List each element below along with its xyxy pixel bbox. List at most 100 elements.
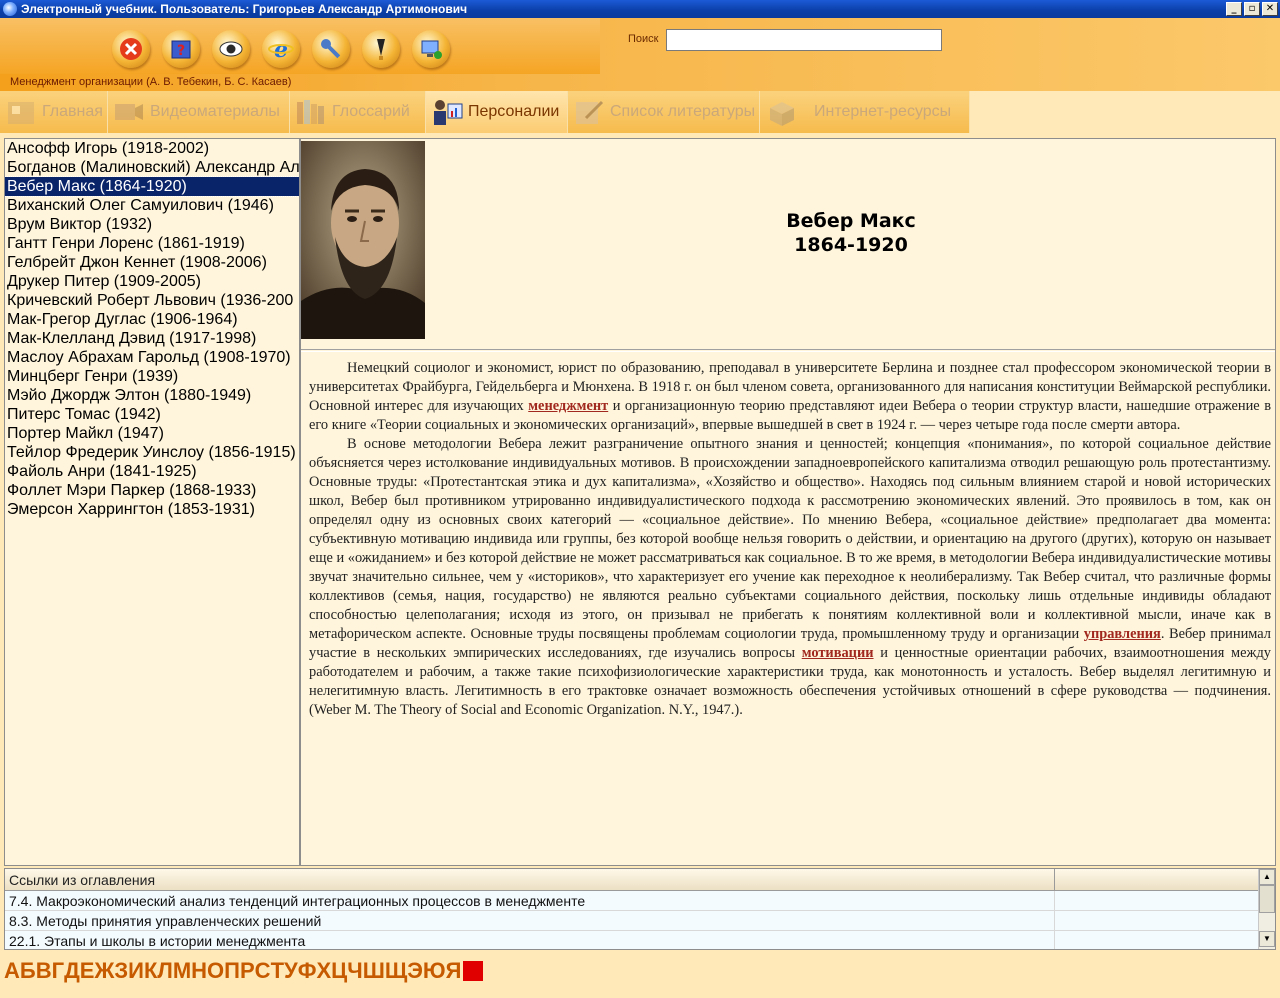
alphabet-letter[interactable]: Т (271, 958, 284, 984)
list-item[interactable]: Врум Виктор (1932) (5, 215, 299, 234)
video-icon (115, 104, 143, 120)
tab-personalities[interactable]: Персоналии (426, 91, 568, 133)
list-item[interactable]: Фоллет Мэри Паркер (1868-1933) (5, 481, 299, 500)
link-management[interactable]: менеджмент (528, 398, 608, 414)
list-item[interactable]: Питерс Томас (1942) (5, 405, 299, 424)
list-item[interactable]: Гелбрейт Джон Кеннет (1908-2006) (5, 253, 299, 272)
list-item[interactable]: Кричевский Роберт Львович (1936-200 (5, 291, 299, 310)
toc-link-cell[interactable]: 7.4. Макроэкономический анализ тенденций… (5, 891, 1055, 910)
list-item[interactable]: Гантт Генри Лоренс (1861-1919) (5, 234, 299, 253)
toc-link-cell[interactable]: 22.1. Этапы и школы в истории менеджмент… (5, 931, 1055, 949)
tab-internet[interactable]: Интернет-ресурсы (760, 91, 970, 133)
alphabet-letter[interactable]: Р (240, 958, 255, 984)
column-header-empty[interactable] (1055, 869, 1275, 890)
list-item[interactable]: Файоль Анри (1841-1925) (5, 462, 299, 481)
list-item[interactable]: Портер Майкл (1947) (5, 424, 299, 443)
alphabet-letter[interactable]: У (284, 958, 298, 984)
tab-home[interactable]: Главная (0, 91, 108, 133)
tab-video[interactable]: Видеоматериалы (108, 91, 290, 133)
alphabet-letter[interactable]: К (144, 958, 157, 984)
alphabet-letter[interactable]: И (128, 958, 144, 984)
list-item[interactable]: Мак-Грегор Дуглас (1906-1964) (5, 310, 299, 329)
alphabet-letter[interactable]: А (4, 958, 20, 984)
list-item[interactable]: Минцберг Генри (1939) (5, 367, 299, 386)
network-icon[interactable] (412, 30, 450, 68)
settings-key-icon[interactable] (312, 30, 350, 68)
scroll-thumb[interactable] (1259, 885, 1275, 913)
scroll-down-arrow-icon[interactable]: ▼ (1259, 931, 1275, 947)
alphabet-letter[interactable]: Л (157, 958, 172, 984)
list-item[interactable]: Мак-Клелланд Дэвид (1917-1998) (5, 329, 299, 348)
person-list[interactable]: Ансофф Игорь (1918-2002) Богданов (Малино… (4, 138, 300, 866)
bio-paragraph: В основе методологии Вебера лежит разгра… (309, 435, 1271, 720)
list-item[interactable]: Ансофф Игорь (1918-2002) (5, 139, 299, 158)
alphabet-letter[interactable]: О (207, 958, 224, 984)
alphabet-letter[interactable]: Ю (423, 958, 446, 984)
bio-text: В основе методологии Вебера лежит разгра… (309, 436, 1271, 642)
restore-button[interactable]: ▫ (1244, 2, 1260, 16)
table-row[interactable]: 8.3. Методы принятия управленческих реше… (5, 911, 1275, 931)
tab-label: Интернет-ресурсы (814, 103, 952, 120)
svg-text:?: ? (177, 43, 185, 59)
alphabet-letter[interactable]: Д (64, 958, 80, 984)
tab-label: Главная (42, 103, 103, 120)
help-icon[interactable]: ? (162, 30, 200, 68)
alphabet-letter[interactable]: Е (80, 958, 95, 984)
app-icon (3, 2, 17, 16)
alphabet-letter[interactable]: Ф (298, 958, 317, 984)
scroll-up-arrow-icon[interactable]: ▲ (1259, 869, 1275, 885)
alphabet-letter[interactable]: Ш (363, 958, 385, 984)
tab-label: Глоссарий (332, 103, 410, 120)
alphabet-letter[interactable]: Б (20, 958, 36, 984)
link-governance[interactable]: управления (1084, 626, 1161, 642)
alphabet-letter[interactable]: Ж (94, 958, 114, 984)
table-row[interactable]: 22.1. Этапы и школы в истории менеджмент… (5, 931, 1275, 949)
alphabet-letter[interactable]: П (224, 958, 240, 984)
notepad-icon (576, 100, 604, 124)
table-header: Ссылки из оглавления (5, 869, 1275, 891)
toc-links-table: Ссылки из оглавления 7.4. Макроэкономиче… (4, 868, 1276, 950)
exit-icon[interactable] (112, 30, 150, 68)
book-title: Менеджмент организации (А. В. Тебекин, Б… (10, 76, 292, 88)
person-years: 1864-1920 (794, 234, 908, 256)
notes-pen-icon[interactable] (362, 30, 400, 68)
alphabet-letter[interactable]: З (114, 958, 128, 984)
alphabet-letter[interactable]: С (255, 958, 271, 984)
vertical-scrollbar[interactable]: ▲ ▼ (1258, 869, 1275, 949)
header: ? e Поиск Менеджмент организации (А. В. … (0, 18, 1280, 91)
toc-link-cell[interactable]: 8.3. Методы принятия управленческих реше… (5, 911, 1055, 930)
tab-glossary[interactable]: Глоссарий (290, 91, 426, 133)
list-item[interactable]: Виханский Олег Самуилович (1946) (5, 196, 299, 215)
alphabet-letter[interactable]: Ц (331, 958, 347, 984)
pane-splitter[interactable] (301, 349, 1275, 352)
alphabet-letter[interactable]: Э (407, 958, 423, 984)
list-item[interactable]: Маслоу Абрахам Гарольд (1908-1970) (5, 348, 299, 367)
tab-literature[interactable]: Список литературы (568, 91, 760, 133)
tab-bar-spacer (970, 91, 1280, 133)
close-button[interactable]: ✕ (1262, 2, 1278, 16)
alphabet-letter[interactable]: Щ (385, 958, 407, 984)
alphabet-letter[interactable]: В (36, 958, 52, 984)
link-motivation[interactable]: мотивации (802, 645, 874, 661)
browser-icon[interactable]: e (262, 30, 300, 68)
alphabet-letter[interactable]: Ч (347, 958, 362, 984)
list-item[interactable]: Богданов (Малиновский) Александр Ал (5, 158, 299, 177)
alphabet-letter[interactable]: Г (52, 958, 64, 984)
alphabet-letter[interactable]: Н (191, 958, 207, 984)
column-header-links[interactable]: Ссылки из оглавления (5, 869, 1055, 890)
list-item[interactable]: Вебер Макс (1864-1920) (5, 176, 299, 197)
view-icon[interactable] (212, 30, 250, 68)
person-chart-icon (434, 100, 463, 125)
list-item[interactable]: Тейлор Фредерик Уинслоу (1856-1915) (5, 443, 299, 462)
alphabet-letter[interactable]: М (173, 958, 191, 984)
biography-text: Немецкий социолог и экономист, юрист по … (309, 359, 1271, 720)
search-input[interactable] (666, 29, 942, 51)
minimize-button[interactable]: _ (1226, 2, 1242, 16)
list-item[interactable]: Эмерсон Харрингтон (1853-1931) (5, 500, 299, 519)
list-item[interactable]: Мэйо Джордж Элтон (1880-1949) (5, 386, 299, 405)
alphabet-letter[interactable]: Х (316, 958, 331, 984)
list-item[interactable]: Друкер Питер (1909-2005) (5, 272, 299, 291)
table-row[interactable]: 7.4. Макроэкономический анализ тенденций… (5, 891, 1275, 911)
alphabet-letter[interactable]: Я (446, 958, 462, 984)
title-bar: Электронный учебник. Пользователь: Григо… (0, 0, 1280, 18)
